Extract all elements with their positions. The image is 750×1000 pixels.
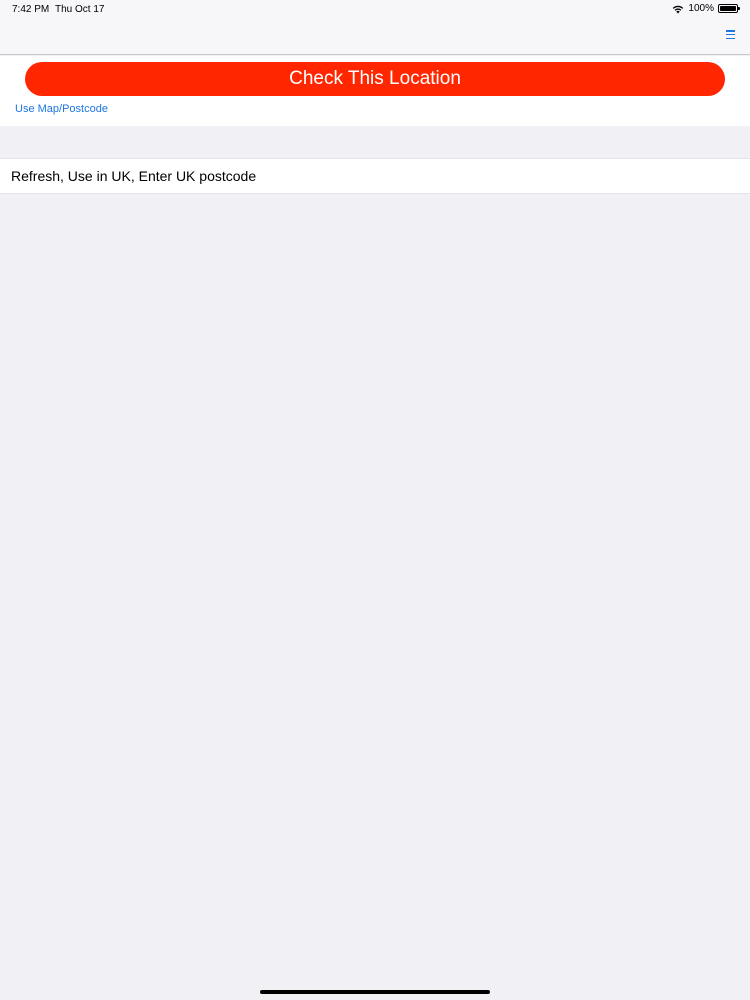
battery-icon [718, 4, 740, 13]
battery-percentage: 100% [688, 3, 714, 14]
home-indicator[interactable] [260, 990, 490, 994]
status-bar: 7:42 PM Thu Oct 17 100% [0, 0, 750, 20]
status-indicators: 100% [672, 3, 740, 14]
battery-nub [738, 7, 740, 10]
hamburger-menu-icon[interactable] [726, 30, 735, 39]
status-time: 7:42 PM [12, 4, 50, 15]
status-date: Thu Oct 17 [55, 4, 105, 15]
location-check-section: Check This Location Use Map/Postcode [0, 56, 750, 126]
check-location-button[interactable]: Check This Location [25, 62, 725, 96]
wifi-icon [672, 4, 684, 14]
list-item[interactable]: Refresh, Use in UK, Enter UK postcode [0, 158, 750, 194]
screen: 7:42 PM Thu Oct 17 100% Check This Locat… [0, 0, 750, 1000]
battery-fill [720, 6, 736, 11]
use-map-postcode-link[interactable]: Use Map/Postcode [15, 103, 108, 115]
navigation-bar [0, 20, 750, 55]
